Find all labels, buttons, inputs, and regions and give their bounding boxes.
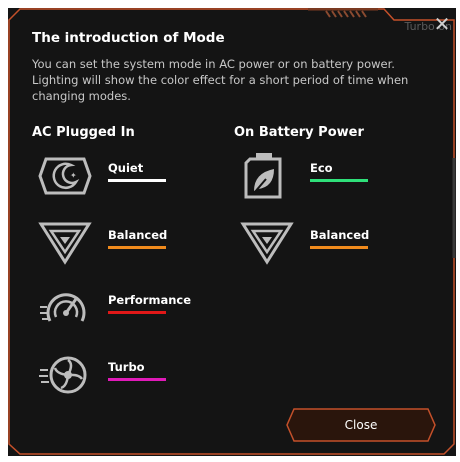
mode-label: Performance [108, 293, 192, 307]
mode-label: Balanced [310, 228, 370, 242]
mode-color-bar [108, 179, 166, 182]
ac-mode-performance[interactable]: Performance [38, 283, 228, 335]
ac-heading: AC Plugged In [32, 125, 135, 140]
mode-color-bar [310, 246, 368, 249]
balanced-mode-icon [38, 222, 92, 265]
svg-text:✦: ✦ [70, 171, 77, 180]
ac-mode-quiet[interactable]: ✦ Quiet [38, 151, 228, 203]
close-icon[interactable]: ✕ [432, 14, 452, 34]
mode-label: Balanced [108, 228, 168, 242]
mode-color-bar [108, 378, 166, 381]
performance-mode-icon [40, 293, 86, 322]
intro-text: You can set the system mode in AC power … [32, 57, 409, 103]
dialog-title: The introduction of Mode [32, 30, 225, 46]
mode-label: Turbo [108, 360, 145, 374]
balanced-mode-icon [240, 222, 294, 265]
close-button[interactable]: Close [286, 408, 436, 442]
ac-mode-turbo[interactable]: Turbo [38, 350, 228, 402]
turbo-mode-icon [39, 356, 87, 394]
mode-intro-dialog: Turbo on ✕ The introduction of Mode You … [8, 8, 456, 456]
battery-mode-balanced[interactable]: Balanced [240, 218, 430, 270]
battery-mode-eco[interactable]: Eco [240, 151, 430, 203]
mode-color-bar [310, 179, 368, 182]
mode-label: Eco [310, 161, 333, 175]
ac-mode-balanced[interactable]: Balanced [38, 218, 228, 270]
mode-label: Quiet [108, 161, 144, 175]
eco-mode-icon [244, 153, 282, 199]
quiet-mode-icon: ✦ [38, 157, 92, 195]
mode-color-bar [108, 246, 166, 249]
close-button-label: Close [344, 418, 378, 432]
battery-heading: On Battery Power [234, 125, 364, 140]
mode-color-bar [108, 311, 166, 314]
